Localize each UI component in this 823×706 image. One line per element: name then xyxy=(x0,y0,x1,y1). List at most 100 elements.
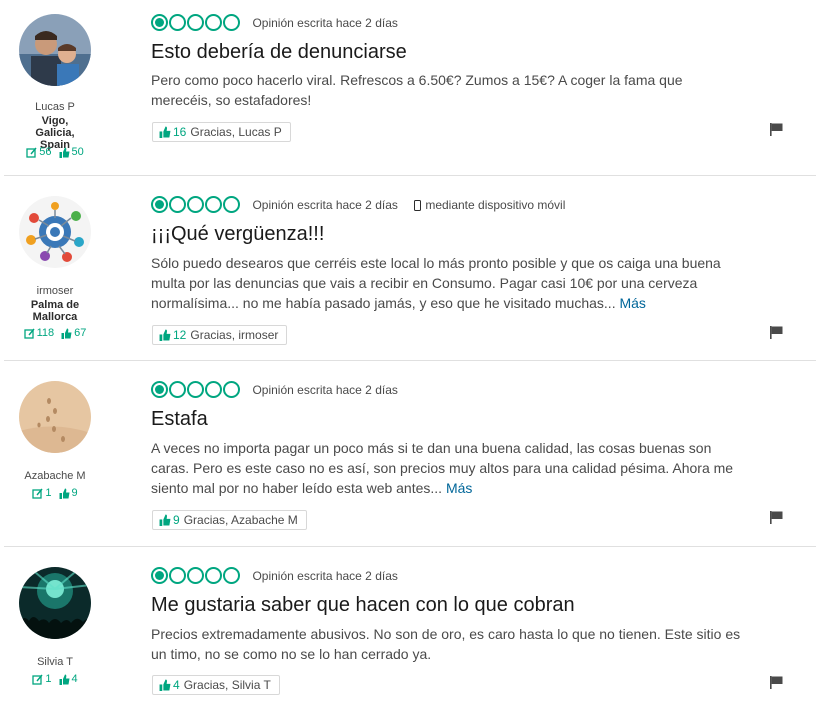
avatar[interactable] xyxy=(19,14,91,86)
review-text: Precios extremadamente abusivos. No son … xyxy=(151,626,741,662)
review-title[interactable]: ¡¡¡Qué vergüenza!!! xyxy=(151,223,324,246)
more-link[interactable]: Más xyxy=(446,480,472,496)
bubble-icon xyxy=(187,381,204,399)
mobile-text: mediante dispositivo móvil xyxy=(425,197,566,212)
bubble-icon xyxy=(223,381,240,399)
divider xyxy=(4,546,816,547)
more-link[interactable]: Más xyxy=(619,295,645,311)
bubble-icon xyxy=(169,14,186,32)
rating-bubbles: Opinión escrita hace 2 días xyxy=(151,567,398,585)
review-body: Sólo puedo desearos que cerréis este loc… xyxy=(151,253,741,313)
bubble-icon xyxy=(151,196,168,214)
thanks-button[interactable]: 16 Gracias, Lucas P xyxy=(152,122,291,142)
bubble-icon xyxy=(151,567,168,585)
reviews-count: 56 xyxy=(39,146,52,159)
bubble-icon xyxy=(169,381,186,399)
flag-icon[interactable] xyxy=(770,123,783,136)
avatar[interactable] xyxy=(19,567,91,639)
bubble-icon xyxy=(187,567,204,585)
bubble-icon xyxy=(169,567,186,585)
review-card: Azabache M 1 9 Opinión escrita hace 2 dí… xyxy=(0,381,816,541)
review-count-icon xyxy=(32,674,43,685)
helpful-count: 67 xyxy=(74,327,87,340)
review-date: Opinión escrita hace 2 días xyxy=(252,568,398,583)
review-body: Pero como poco hacerlo viral. Refrescos … xyxy=(151,70,741,110)
bubble-icon xyxy=(205,14,222,32)
avatar-graphic-icon xyxy=(19,196,91,268)
avatar-photo-icon xyxy=(19,14,91,86)
thanks-label: Gracias, irmoser xyxy=(190,328,279,342)
reviews-count: 1 xyxy=(45,673,52,686)
avatar-concert-icon xyxy=(19,567,91,639)
member-info: Silvia T xyxy=(0,656,110,669)
thanks-count: 4 xyxy=(173,678,180,692)
rating-bubbles: Opinión escrita hace 2 días xyxy=(151,14,398,32)
avatar[interactable] xyxy=(19,381,91,453)
bubble-icon xyxy=(187,14,204,32)
review-count-icon xyxy=(26,147,37,158)
bubble-icon xyxy=(205,196,222,214)
thanks-label: Gracias, Azabache M xyxy=(183,513,298,527)
thanks-label: Gracias, Silvia T xyxy=(183,678,271,692)
member-location: Palma de Mallorca xyxy=(30,299,80,323)
member-info: Lucas P Vigo, Galicia, Spain xyxy=(0,101,110,151)
review-date: Opinión escrita hace 2 días xyxy=(252,15,398,30)
review-text: A veces no importa pagar un poco más si … xyxy=(151,440,734,496)
member-stats: 56 50 xyxy=(0,146,110,158)
rating-bubbles: Opinión escrita hace 2 días xyxy=(151,381,398,399)
bubble-icon xyxy=(151,14,168,32)
thumbs-up-icon xyxy=(159,514,171,526)
review-count-icon xyxy=(23,328,35,339)
review-date: Opinión escrita hace 2 días xyxy=(252,382,398,397)
flag-icon[interactable] xyxy=(770,676,783,689)
review-body: Precios extremadamente abusivos. No son … xyxy=(151,624,741,664)
mobile-badge: mediante dispositivo móvil xyxy=(414,198,565,212)
flag-icon[interactable] xyxy=(770,326,783,339)
bubble-icon xyxy=(223,14,240,32)
reviews-count: 1 xyxy=(45,487,52,500)
member-info: irmoser Palma de Mallorca xyxy=(0,285,110,323)
thumbs-up-icon xyxy=(159,126,171,138)
thanks-count: 9 xyxy=(173,513,180,527)
thanks-button[interactable]: 4 Gracias, Silvia T xyxy=(152,675,280,695)
divider xyxy=(4,175,816,176)
bubble-icon xyxy=(205,381,222,399)
reviews-count: 118 xyxy=(36,327,55,340)
bubble-icon xyxy=(223,196,240,214)
review-title[interactable]: Esto debería de denunciarse xyxy=(151,41,407,64)
review-card: Silvia T 1 4 Opinión escrita hace 2 días… xyxy=(0,567,816,706)
thanks-label: Gracias, Lucas P xyxy=(190,125,282,139)
bubble-icon xyxy=(187,196,204,214)
member-name[interactable]: Lucas P xyxy=(0,101,110,114)
thanks-button[interactable]: 12 Gracias, irmoser xyxy=(152,325,288,345)
review-title[interactable]: Me gustaria saber que hacen con lo que c… xyxy=(151,594,575,617)
avatar-sand-icon xyxy=(19,381,91,453)
flag-icon[interactable] xyxy=(770,511,783,524)
review-body: A veces no importa pagar un poco más si … xyxy=(151,438,741,498)
rating-bubbles: Opinión escrita hace 2 días mediante dis… xyxy=(151,196,565,214)
member-name[interactable]: Silvia T xyxy=(0,656,110,669)
member-info: Azabache M xyxy=(0,470,110,483)
review-date: Opinión escrita hace 2 días xyxy=(252,197,398,212)
member-stats: 1 4 xyxy=(0,673,110,685)
divider xyxy=(4,360,816,361)
thanks-button[interactable]: 9 Gracias, Azabache M xyxy=(152,510,307,530)
avatar[interactable] xyxy=(19,196,91,268)
bubble-icon xyxy=(223,567,240,585)
thanks-count: 16 xyxy=(173,125,187,139)
thumbs-up-icon xyxy=(59,674,70,685)
review-title[interactable]: Estafa xyxy=(151,408,208,431)
thanks-count: 12 xyxy=(173,328,187,342)
thumbs-up-icon xyxy=(59,147,70,158)
bubble-icon xyxy=(151,381,168,399)
thumbs-up-icon xyxy=(159,329,171,341)
member-name[interactable]: Azabache M xyxy=(0,470,110,483)
thumbs-up-icon xyxy=(59,488,70,499)
review-card: irmoser Palma de Mallorca 118 67 Opinión… xyxy=(0,196,816,356)
thumbs-up-icon xyxy=(159,679,171,691)
review-count-icon xyxy=(32,488,43,499)
bubble-icon xyxy=(169,196,186,214)
member-name[interactable]: irmoser xyxy=(0,285,110,298)
member-stats: 1 9 xyxy=(0,487,110,499)
helpful-count: 4 xyxy=(71,673,78,686)
